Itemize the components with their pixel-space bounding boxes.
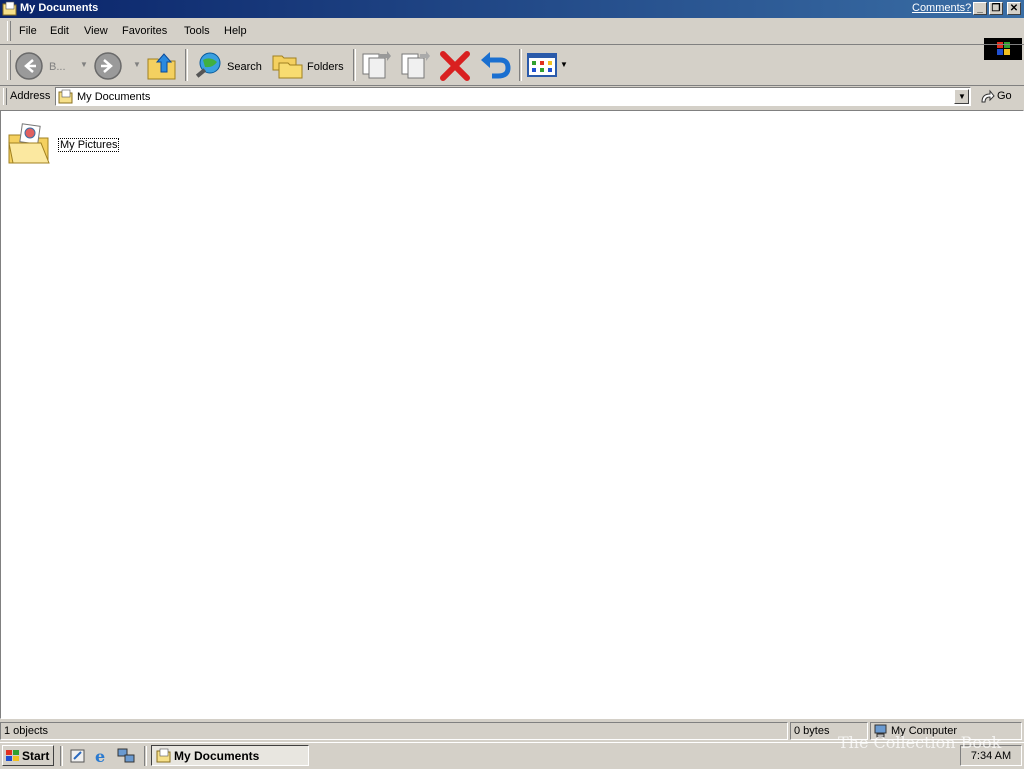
file-view[interactable]: My Pictures [0,110,1024,719]
minimize-icon: _ [977,3,983,14]
folder-icon [58,89,73,104]
copy-to-button[interactable] [398,48,432,82]
undo-button[interactable] [478,48,514,82]
list-item-label: My Pictures [58,138,120,152]
up-button[interactable] [145,48,179,82]
windows-flag-icon [6,750,19,761]
undo-icon [481,52,511,79]
close-icon: ✕ [1009,3,1019,14]
close-button[interactable]: ✕ [1007,2,1021,15]
menu-file[interactable]: File [19,25,37,37]
search-label: Search [227,61,262,73]
folder-icon [156,748,171,763]
search-button[interactable]: Search [191,48,265,82]
standard-toolbar: B... ▼ ▼ Search Folders ▼ [0,44,1024,86]
menu-bar: File Edit View Favorites Tools Help [0,18,1024,60]
show-desktop-icon[interactable] [69,747,87,765]
folders-icon [272,55,303,79]
forward-dropdown-icon[interactable]: ▼ [133,60,141,69]
back-button[interactable]: B... ▼ [12,48,92,82]
forward-arrow-icon [94,52,122,80]
back-dropdown-icon[interactable]: ▼ [80,60,88,69]
toolbar-grip[interactable] [7,50,11,80]
folders-button[interactable]: Folders [269,48,347,82]
address-dropdown-button[interactable]: ▼ [954,89,969,104]
menu-view[interactable]: View [84,25,108,37]
menu-favorites[interactable]: Favorites [122,25,167,37]
delete-button[interactable] [438,48,472,82]
network-icon[interactable] [117,747,135,765]
start-button[interactable]: Start [2,745,54,766]
folder-icon [2,1,17,16]
chevron-down-icon: ▼ [958,92,966,101]
my-pictures-folder-icon [8,123,50,164]
views-dropdown-icon[interactable]: ▼ [560,60,568,69]
comments-link[interactable]: Comments? [912,2,971,14]
window-title: My Documents [20,2,99,14]
go-button[interactable]: Go [977,87,1021,106]
svg-text:e: e [95,747,105,765]
views-icon [527,53,557,77]
taskbar-window-button[interactable]: My Documents [151,745,309,766]
move-to-icon [362,51,391,79]
menu-grip[interactable] [7,21,11,41]
address-label: Address [10,90,51,102]
restore-icon: ❐ [991,3,1001,14]
folder-up-icon [147,53,176,80]
toolbar-separator [519,49,522,81]
status-objects: 1 objects [0,722,788,740]
taskbar-separator [144,746,147,766]
address-value: My Documents [77,91,151,103]
back-arrow-icon [15,52,43,80]
list-item[interactable]: My Pictures [7,117,120,167]
taskbar-window-label: My Documents [174,749,260,763]
menu-help[interactable]: Help [224,25,247,37]
back-label: B... [49,61,66,73]
toolbar-separator [353,49,356,81]
restore-button[interactable]: ❐ [989,2,1003,15]
address-grip[interactable] [3,88,7,105]
address-bar: Address My Documents ▼ Go [0,85,1024,109]
minimize-button[interactable]: _ [973,2,987,15]
toolbar-separator [185,49,188,81]
taskbar-separator [60,746,63,766]
go-arrow-icon [981,89,995,103]
delete-x-icon [440,51,470,81]
folders-label: Folders [307,61,344,73]
menu-edit[interactable]: Edit [50,25,69,37]
copy-to-icon [401,51,430,79]
views-button[interactable]: ▼ [525,48,569,82]
watermark: The Collection Book [838,733,1002,752]
go-label: Go [997,90,1012,102]
search-globe-icon [195,52,221,78]
internet-explorer-icon[interactable]: e [93,747,111,765]
address-input[interactable]: My Documents ▼ [55,87,971,106]
forward-button[interactable]: ▼ [93,48,143,82]
start-label: Start [22,749,50,763]
move-to-button[interactable] [359,48,393,82]
menu-tools[interactable]: Tools [184,25,210,37]
title-bar[interactable]: My Documents Comments? _ ❐ ✕ [0,0,1024,18]
